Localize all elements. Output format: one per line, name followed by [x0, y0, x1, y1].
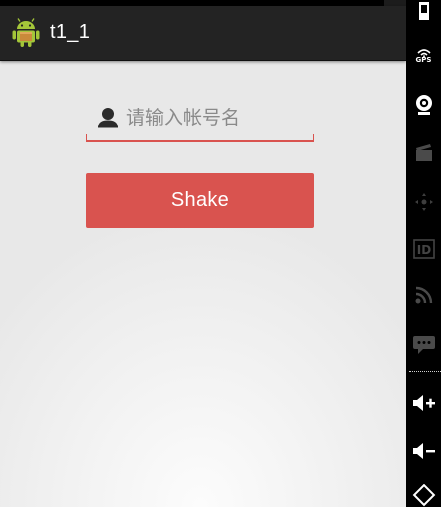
- camera-button[interactable]: [406, 90, 441, 120]
- gps-button[interactable]: GPS: [406, 42, 441, 68]
- gps-icon: [416, 48, 431, 57]
- id-button[interactable]: ID: [406, 234, 441, 264]
- sms-icon: [412, 336, 435, 354]
- dpad-icon: [414, 193, 433, 211]
- volume-up-button[interactable]: [406, 388, 441, 418]
- svg-text:ID: ID: [416, 243, 430, 257]
- gps-label: GPS: [415, 55, 432, 64]
- shake-button[interactable]: Shake: [86, 173, 314, 228]
- video-button[interactable]: [406, 137, 441, 167]
- sms-button[interactable]: [406, 330, 441, 360]
- volume-down-button[interactable]: [406, 436, 441, 466]
- camera-icon: [415, 95, 432, 115]
- rotate-button[interactable]: [406, 484, 441, 507]
- emulator-sidebar: GPS ID: [406, 0, 441, 507]
- rss-button[interactable]: [406, 280, 441, 310]
- video-clapper-icon: [415, 144, 432, 161]
- volume-down-icon: [412, 443, 435, 459]
- battery-icon: [418, 2, 429, 20]
- battery-button[interactable]: [406, 0, 441, 22]
- user-icon: [98, 108, 118, 128]
- screen: t1_1 Shake G: [0, 0, 441, 507]
- id-icon: ID: [412, 239, 435, 259]
- app-window: t1_1 Shake: [0, 0, 406, 507]
- volume-up-icon: [412, 395, 435, 411]
- sidebar-separator: [409, 371, 441, 372]
- input-underline: [86, 134, 314, 142]
- rss-icon: [415, 286, 432, 304]
- rotate-icon: [412, 484, 435, 507]
- account-input[interactable]: [126, 102, 306, 134]
- dpad-button[interactable]: [406, 187, 441, 217]
- app-title: t1_1: [50, 21, 91, 43]
- android-icon: [12, 18, 40, 47]
- action-bar: t1_1: [0, 6, 406, 61]
- account-input-container[interactable]: [86, 96, 314, 142]
